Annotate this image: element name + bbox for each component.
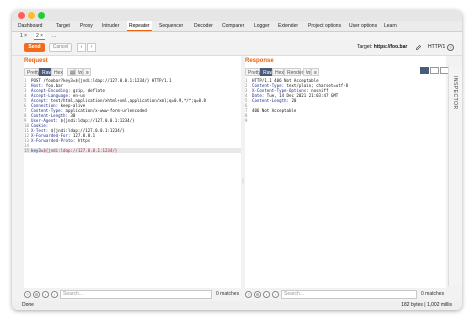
request-prev-match-icon[interactable]: ‹ (42, 291, 49, 298)
layout-side-by-side-icon[interactable] (420, 67, 429, 74)
subtab-more[interactable]: ... (52, 32, 56, 40)
line-number: 15 (24, 148, 29, 153)
response-view-render[interactable]: Render (284, 68, 303, 76)
response-view-hex[interactable]: Hex (272, 68, 284, 76)
status-bar: Done 182 bytes | 1,002 millis (12, 301, 462, 310)
help-icon[interactable]: ? (447, 44, 454, 51)
http-version-selector[interactable]: HTTP/1 (428, 43, 445, 52)
burp-window: Dashboard Target Proxy Intruder Repeater… (12, 10, 462, 310)
tab-decoder[interactable]: Decoder (192, 21, 215, 31)
request-line: 15 key3=${jndi:ldap://127.0.0.1:1234/} (24, 148, 241, 153)
tab-user-options[interactable]: User options (347, 21, 379, 31)
tab-repeater[interactable]: Repeater (127, 21, 152, 31)
request-pane: Request Pretty Raw Hex ▤ \n ≡ 1 POST /foo… (24, 56, 241, 288)
status-text: Done (22, 302, 34, 308)
response-prev-match-icon[interactable]: ‹ (263, 291, 270, 298)
minimize-window-icon[interactable] (28, 12, 35, 19)
response-newline-toggle[interactable]: \n (303, 68, 311, 76)
response-help-icon[interactable]: ? (245, 291, 252, 298)
tab-intruder[interactable]: Intruder (100, 21, 121, 31)
tab-dashboard[interactable]: Dashboard (16, 21, 44, 31)
tab-sequencer[interactable]: Sequencer (157, 21, 185, 31)
target-display: Target: https://foo.bar (357, 43, 407, 52)
response-view-pretty[interactable]: Pretty (245, 68, 261, 76)
history-back-button[interactable]: ‹ (77, 43, 86, 52)
response-next-match-icon[interactable]: › (272, 291, 279, 298)
tab-logger[interactable]: Logger (252, 21, 272, 31)
response-view-raw[interactable]: Raw (260, 68, 273, 76)
response-title: Response (245, 58, 274, 64)
request-search-input[interactable]: Search... (60, 290, 212, 299)
response-search-row: ? ⚙ ‹ › Search... 0 matches (245, 290, 446, 300)
send-button[interactable]: Send (24, 43, 45, 52)
pencil-edit-icon[interactable] (415, 44, 422, 51)
render-toggle-icon[interactable]: ▤ (67, 68, 75, 76)
tab-target[interactable]: Target (54, 21, 72, 31)
line-text: key3=${jndi:ldap://127.0.0.1:1234/} (31, 148, 118, 153)
request-search-row: ? ⚙ ‹ › Search... 0 matches (24, 290, 241, 300)
request-settings-icon[interactable]: ⚙ (33, 291, 40, 298)
cancel-button[interactable]: Cancel (49, 43, 72, 52)
request-next-match-icon[interactable]: › (51, 291, 58, 298)
inspector-panel[interactable]: INSPECTOR (448, 66, 462, 286)
request-view-hex[interactable]: Hex (51, 68, 63, 76)
tab-proxy[interactable]: Proxy (78, 21, 95, 31)
request-editor[interactable]: 1 POST /foobar?key3=${jndi:ldap://127.0.0… (24, 78, 241, 153)
target-label: Target: (357, 44, 373, 50)
request-view-raw[interactable]: Raw (39, 68, 52, 76)
inspector-label: INSPECTOR (452, 76, 458, 110)
request-newline-toggle[interactable]: \n (75, 68, 83, 76)
tab-comparer[interactable]: Comparer (220, 21, 246, 31)
tab-learn[interactable]: Learn (382, 21, 399, 31)
request-match-count: 0 matches (216, 291, 240, 297)
title-bar (12, 10, 462, 21)
pane-splitter-handle[interactable] (242, 178, 244, 184)
tab-extender[interactable]: Extender (276, 21, 300, 31)
response-menu-icon[interactable]: ≡ (311, 68, 319, 76)
layout-stacked-icon[interactable] (430, 67, 439, 74)
zoom-window-icon[interactable] (38, 12, 45, 19)
main-tab-bar: Dashboard Target Proxy Intruder Repeater… (12, 21, 462, 32)
subtab-1[interactable]: 1 × (20, 32, 27, 40)
target-url: https://foo.bar (373, 44, 408, 50)
request-menu-icon[interactable]: ≡ (83, 68, 91, 76)
response-search-input[interactable]: Search... (281, 290, 417, 299)
repeater-toolbar: Send Cancel ‹ › Target: https://foo.bar … (12, 41, 462, 56)
close-window-icon[interactable] (18, 12, 25, 19)
request-view-pretty[interactable]: Pretty (24, 68, 40, 76)
response-size-timing: 182 bytes | 1,002 millis (401, 302, 452, 308)
response-match-count: 0 matches (421, 291, 445, 297)
history-forward-button[interactable]: › (87, 43, 96, 52)
repeater-subtabs: 1 × 2 × ... (12, 32, 462, 40)
response-line: 9 (245, 118, 446, 123)
response-pane: Response Pretty Raw Hex Render \n ≡ 1 HTT… (245, 56, 446, 288)
line-number: 9 (245, 118, 248, 123)
response-editor[interactable]: 1 HTTP/1.1 406 Not Acceptable 2 Content-Typ… (245, 78, 446, 123)
response-settings-icon[interactable]: ⚙ (254, 291, 261, 298)
request-title: Request (24, 58, 48, 64)
subtab-2[interactable]: 2 × (34, 32, 46, 40)
tab-project-options[interactable]: Project options (306, 21, 343, 31)
request-help-icon[interactable]: ? (24, 291, 31, 298)
